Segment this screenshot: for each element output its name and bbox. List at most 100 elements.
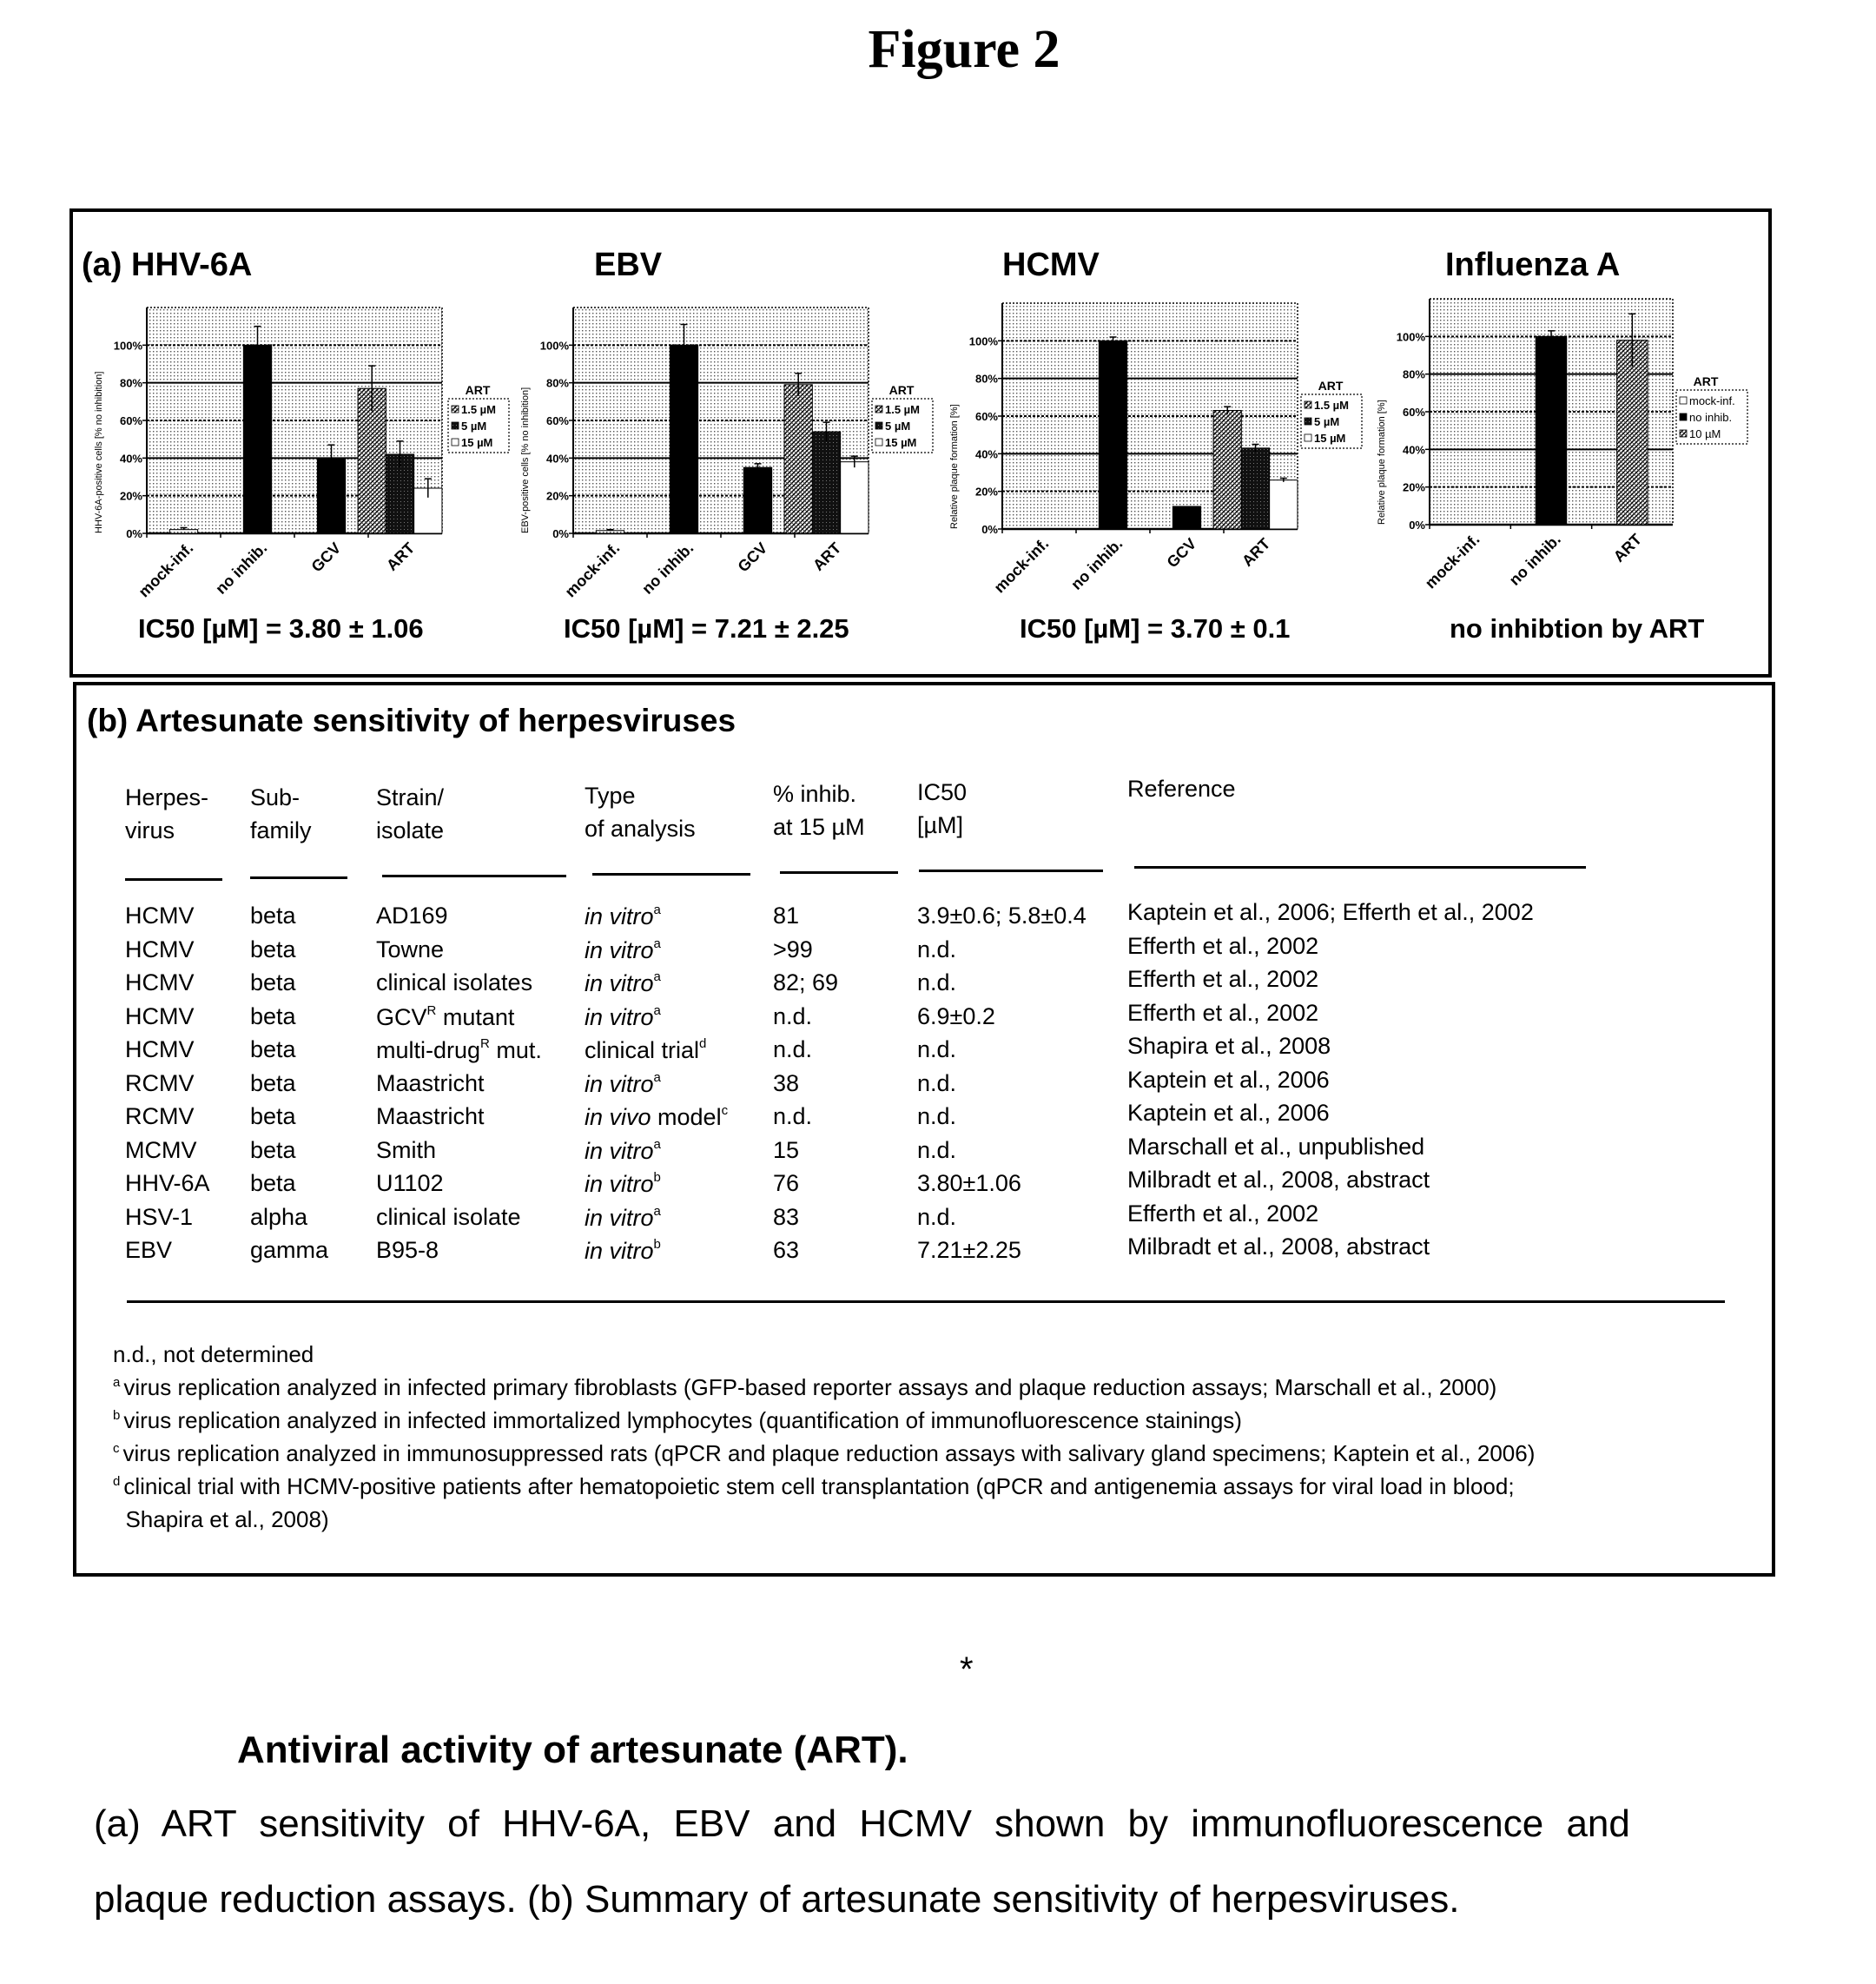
cell-ic50: n.d. xyxy=(917,936,957,962)
cell-type: in vitroa xyxy=(585,969,661,997)
legend-swatch xyxy=(451,421,459,430)
cell-inhibition: 83 xyxy=(773,1203,800,1230)
legend-swatch xyxy=(1304,417,1312,426)
legend-label: 1.5 µM xyxy=(885,403,920,416)
footnote-mark: b xyxy=(653,1237,661,1252)
cell-virus: HSV-1 xyxy=(125,1203,194,1230)
header-underline xyxy=(919,870,1103,872)
cell-subfamily: beta xyxy=(250,969,296,995)
bar xyxy=(840,461,869,534)
cell-reference: Kaptein et al., 2006 xyxy=(1127,1100,1330,1126)
table-title: (b) Artesunate sensitivity of herpesviru… xyxy=(87,703,737,738)
y-tick-label: 40% xyxy=(975,447,998,460)
caption-title: Antiviral activity of artesunate (ART). xyxy=(237,1729,908,1771)
cell-type: in vitrob xyxy=(585,1237,661,1265)
y-tick-label: 60% xyxy=(546,414,569,427)
legend-label: 1.5 µM xyxy=(1314,399,1349,412)
cell-subfamily: beta xyxy=(250,1002,296,1029)
cell-subfamily: beta xyxy=(250,1136,296,1163)
legend-label: 15 µM xyxy=(885,436,916,449)
header-underline xyxy=(250,876,347,879)
bar xyxy=(242,344,273,534)
bar xyxy=(811,431,842,534)
footnote-text: n.d., not determined xyxy=(113,1341,314,1367)
x-tick-label: no inhib. xyxy=(638,539,697,598)
y-tick-label: 60% xyxy=(120,414,142,427)
type-text: in vitro xyxy=(585,903,654,929)
strain-text: clinical isolates xyxy=(376,969,533,995)
cell-strain: GCVR mutant xyxy=(376,1003,514,1031)
y-tick-label: 60% xyxy=(975,410,998,423)
cell-inhibition: n.d. xyxy=(773,1002,813,1029)
cell-ic50: 3.80±1.06 xyxy=(917,1170,1021,1196)
header-line: [µM] xyxy=(917,812,964,838)
cell-strain: AD169 xyxy=(376,903,448,929)
legend-swatch xyxy=(1679,429,1688,438)
legend-swatch xyxy=(875,438,883,446)
type-text: in vitro xyxy=(585,1171,654,1197)
legend-swatch xyxy=(875,421,883,430)
legend-label: 5 µM xyxy=(461,420,486,433)
col-header-ic50: IC50 [µM] xyxy=(917,776,967,842)
cell-virus: HHV-6A xyxy=(125,1170,210,1196)
col-header-virus: Herpes- virus xyxy=(125,781,208,847)
cell-type: in vitroa xyxy=(585,1137,661,1165)
cell-strain: Maastricht xyxy=(376,1070,485,1097)
header-underline xyxy=(1134,866,1586,869)
cell-inhibition: 81 xyxy=(773,903,800,929)
y-tick-label: 80% xyxy=(1403,368,1425,381)
chart-ebv: EBV 0% 20% 40% 60% 80% 100% EBV-positive cells… xyxy=(516,212,950,672)
footnote-mark: a xyxy=(653,1002,661,1018)
x-tick-label: mock-inf. xyxy=(991,535,1053,597)
cell-virus: HCMV xyxy=(125,1002,195,1029)
strain-text: B95-8 xyxy=(376,1237,439,1263)
footnote-mark: b xyxy=(653,1170,661,1185)
cell-ic50: 7.21±2.25 xyxy=(917,1237,1021,1263)
y-tick-label: 100% xyxy=(540,339,570,352)
col-header-type: Type of analysis xyxy=(585,779,696,845)
type-text: in vivo xyxy=(585,1104,651,1130)
y-tick-label: 0% xyxy=(552,527,569,540)
legend-swatch xyxy=(1679,413,1688,421)
footnote-text: virus replication analyzed in infected i… xyxy=(123,1407,1242,1433)
cell-type: clinical triald xyxy=(585,1036,706,1064)
y-axis-label: EBV-positive cells [% no inhibition] xyxy=(520,387,531,533)
strain-text: AD169 xyxy=(376,903,448,929)
y-tick-label: 0% xyxy=(126,527,142,540)
y-tick-label: 40% xyxy=(120,452,142,465)
y-tick-label: 60% xyxy=(1403,406,1425,419)
separator-asterisk: * xyxy=(960,1650,974,1689)
footnote-mark: a xyxy=(653,1203,661,1219)
cell-virus: EBV xyxy=(125,1237,173,1263)
x-tick-label: mock-inf. xyxy=(1422,531,1483,592)
footnote: c virus replication analyzed in immunosup… xyxy=(113,1440,1535,1467)
strain-text: GCV xyxy=(376,1003,427,1030)
legend-label: no inhib. xyxy=(1689,411,1732,424)
chart-hhv6a: (a) HHV-6A 0% 20% 40% 60% 80% 100% HHV-6A-posi… xyxy=(73,212,510,672)
header-line: Herpes- xyxy=(125,784,209,810)
cell-reference: Marschall et al., unpublished xyxy=(1127,1133,1425,1160)
type-text: in vitro xyxy=(585,1204,654,1231)
cell-strain: clinical isolates xyxy=(376,969,532,996)
cell-subfamily: beta xyxy=(250,936,296,962)
col-header-strain: Strain/ isolate xyxy=(376,781,444,847)
cell-type: in vitroa xyxy=(585,1204,661,1232)
cell-type: in vitroa xyxy=(585,936,661,964)
caption-line-2: plaque reduction assays. (b) Summary of … xyxy=(94,1878,1460,1921)
legend-label: 1.5 µM xyxy=(461,403,496,416)
strain-text: Maastricht xyxy=(376,1103,485,1129)
cell-inhibition: n.d. xyxy=(773,1036,813,1062)
legend-title: ART xyxy=(1318,379,1344,393)
bar xyxy=(595,530,625,534)
type-text: in vitro xyxy=(585,1070,654,1097)
y-axis-label: Relative plaque formation [%] xyxy=(1377,400,1387,525)
strain-text: multi-drug xyxy=(376,1037,481,1063)
type-text: in vitro xyxy=(585,1003,654,1030)
strain-text: U1102 xyxy=(376,1170,444,1196)
footnote-mark: a xyxy=(113,1375,121,1390)
bar xyxy=(1616,340,1648,526)
cell-strain: U1102 xyxy=(376,1170,444,1197)
legend-label: 5 µM xyxy=(1314,415,1339,428)
strain-text: Maastricht xyxy=(376,1069,485,1096)
cell-subfamily: beta xyxy=(250,903,296,929)
